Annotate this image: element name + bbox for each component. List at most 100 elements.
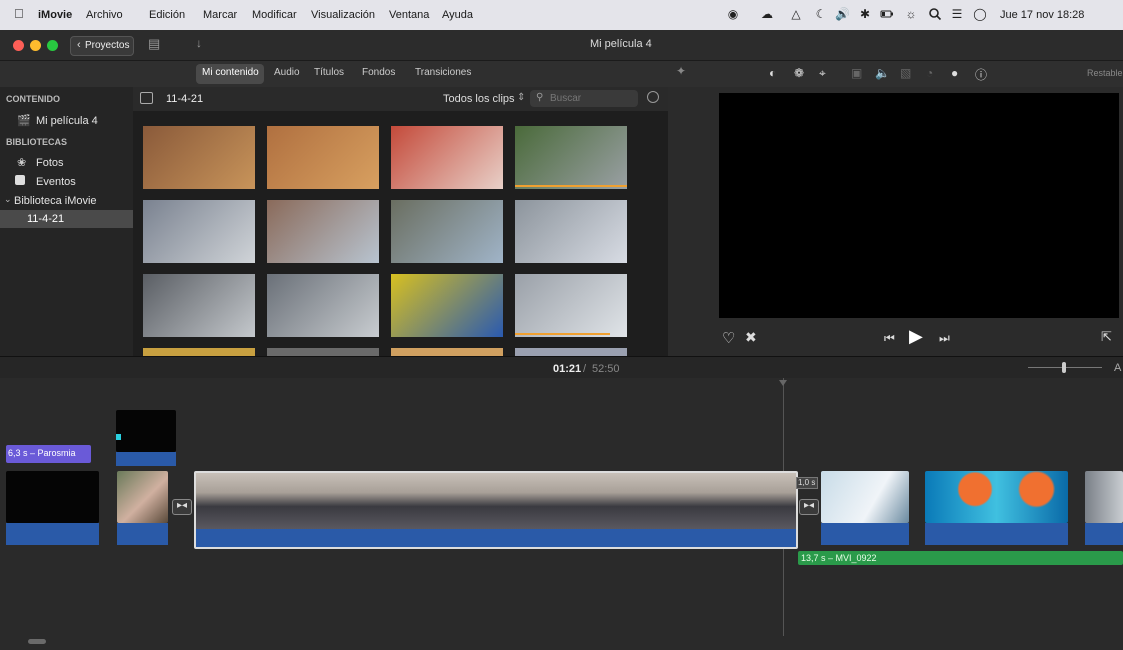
- browser-header: 11-4-21 Todos los clips ⇕ ⚲ Buscar: [133, 87, 668, 111]
- lab-clip-audio[interactable]: [821, 523, 909, 545]
- close-window-button[interactable]: [13, 40, 24, 51]
- crowd-video-clip-selected[interactable]: [194, 471, 798, 549]
- reject-icon[interactable]: ✖: [745, 329, 757, 346]
- search-field[interactable]: ⚲ Buscar: [530, 90, 638, 107]
- timeline-scrollbar[interactable]: [28, 639, 46, 644]
- siri-icon[interactable]: ◯: [973, 7, 987, 21]
- info-icon[interactable]: ⓘ: [975, 66, 987, 83]
- battery-icon[interactable]: [880, 7, 894, 21]
- screen-share-icon[interactable]: ◉: [726, 7, 740, 21]
- wifi-icon[interactable]: ☼: [904, 7, 918, 21]
- sidebar-item-fotos[interactable]: Fotos: [36, 157, 64, 169]
- menu-datetime[interactable]: Jue 17 nov 18:28: [1000, 9, 1084, 21]
- download-icon[interactable]: ↓: [196, 36, 202, 50]
- black-clip[interactable]: [6, 471, 99, 523]
- sidebar-item-library[interactable]: Biblioteca iMovie: [14, 195, 97, 207]
- tab-titulos[interactable]: Títulos: [314, 67, 344, 78]
- menu-ventana[interactable]: Ventana: [389, 9, 429, 21]
- clip-filter-select[interactable]: Todos los clips: [443, 93, 515, 105]
- speed-icon[interactable]: ◔: [926, 66, 933, 80]
- transition-icon[interactable]: ▸◂: [172, 499, 192, 515]
- menu-ayuda[interactable]: Ayuda: [442, 9, 473, 21]
- clip-thumbnail[interactable]: [515, 200, 627, 263]
- zoom-slider-handle[interactable]: [1062, 362, 1066, 373]
- clip-thumbnail[interactable]: [267, 126, 379, 189]
- moon-icon[interactable]: ☾: [814, 7, 828, 21]
- connected-clip-audio[interactable]: [116, 452, 176, 466]
- lab-clip[interactable]: [821, 471, 909, 523]
- portrait-clip-audio[interactable]: [117, 523, 168, 545]
- clip-thumbnail[interactable]: [391, 200, 503, 263]
- clip-thumbnail[interactable]: [391, 348, 503, 356]
- control-center-icon[interactable]: ☰: [950, 7, 964, 21]
- sidebar-item-event-selected[interactable]: 11-4-21: [0, 210, 133, 228]
- building-clip[interactable]: [1085, 471, 1123, 523]
- reset-button[interactable]: Restable: [1087, 68, 1123, 78]
- menu-archivo[interactable]: Archivo: [86, 9, 123, 21]
- volume-icon[interactable]: 🔊: [835, 7, 850, 21]
- clip-thumbnail[interactable]: [391, 274, 503, 337]
- tab-transiciones[interactable]: Transiciones: [415, 67, 471, 78]
- search-icon[interactable]: [928, 7, 942, 21]
- filter-options-icon[interactable]: [647, 91, 659, 103]
- transition-icon-2[interactable]: ▸◂: [799, 499, 819, 515]
- music-clip[interactable]: 13,7 s – MVI_0922: [798, 551, 1123, 565]
- clip-thumbnail[interactable]: [515, 126, 627, 189]
- back-to-projects-button[interactable]: ‹ Proyectos: [70, 36, 134, 56]
- clip-thumbnail[interactable]: [267, 200, 379, 263]
- timeline-settings-icon[interactable]: A: [1114, 362, 1121, 374]
- clip-thumbnail[interactable]: [391, 126, 503, 189]
- skip-forward-icon[interactable]: ⏭: [939, 331, 950, 346]
- menu-app-name[interactable]: iMovie: [38, 9, 72, 21]
- color-balance-icon[interactable]: ◐: [769, 66, 776, 80]
- menu-modificar[interactable]: Modificar: [252, 9, 297, 21]
- skip-back-icon[interactable]: ⏮: [884, 331, 895, 346]
- viewer-toolbar: ✦ ◐ ❁ ⌖ ▣ 🔈 ▧ ◔ ● ⓘ Restable: [668, 61, 1123, 87]
- airplay-icon[interactable]: △: [789, 7, 803, 21]
- clip-thumbnail[interactable]: [267, 348, 379, 356]
- fullscreen-icon[interactable]: ⇱: [1101, 329, 1112, 345]
- audio-volume-icon[interactable]: 🔈: [875, 66, 890, 80]
- brain-clip-audio[interactable]: [925, 523, 1068, 545]
- favorite-heart-icon[interactable]: ♡: [722, 329, 735, 347]
- clip-thumbnail[interactable]: [515, 348, 627, 356]
- chevron-down-icon[interactable]: ⌄: [4, 194, 12, 205]
- play-icon[interactable]: ▶: [909, 326, 923, 347]
- equalizer-icon[interactable]: ▧: [900, 66, 911, 80]
- magic-wand-icon[interactable]: ✦: [676, 64, 686, 78]
- minimize-window-button[interactable]: [30, 40, 41, 51]
- stabilization-icon[interactable]: ▣: [851, 66, 862, 80]
- portrait-clip[interactable]: [117, 471, 168, 523]
- brain-clip[interactable]: [925, 471, 1068, 523]
- noise-reduction-icon[interactable]: ●: [951, 66, 958, 80]
- crop-icon[interactable]: ⌖: [819, 66, 826, 81]
- maximize-window-button[interactable]: [47, 40, 58, 51]
- connected-video-clip[interactable]: [116, 410, 176, 452]
- tab-audio[interactable]: Audio: [274, 67, 300, 78]
- tab-fondos[interactable]: Fondos: [362, 67, 395, 78]
- clip-thumbnail[interactable]: [515, 274, 627, 337]
- building-clip-audio[interactable]: [1085, 523, 1123, 545]
- tab-mi-contenido[interactable]: Mi contenido: [202, 67, 259, 78]
- sidebar-item-project[interactable]: Mi película 4: [36, 115, 98, 127]
- clip-thumbnail[interactable]: [143, 126, 255, 189]
- cloud-icon[interactable]: ☁: [760, 7, 774, 21]
- sidebar-item-eventos[interactable]: Eventos: [36, 176, 76, 188]
- menu-marcar[interactable]: Marcar: [203, 9, 237, 21]
- clip-thumbnail[interactable]: [143, 274, 255, 337]
- viewer-screen[interactable]: [719, 93, 1119, 318]
- apple-icon[interactable]: : [14, 6, 24, 21]
- clip-thumbnail[interactable]: [143, 200, 255, 263]
- menu-edicion[interactable]: Edición: [149, 9, 185, 21]
- black-clip-audio[interactable]: [6, 523, 99, 545]
- sidebar-toggle-icon[interactable]: [140, 92, 153, 104]
- title-clip[interactable]: 6,3 s – Parosmia: [6, 445, 91, 463]
- color-correction-icon[interactable]: ❁: [794, 66, 804, 80]
- timeline: 6,3 s – Parosmia ▸◂ 1,0 s ▸◂ 13,7 s – MV…: [0, 378, 1123, 650]
- bluetooth-icon[interactable]: ✱: [858, 7, 872, 21]
- transition-duration-badge[interactable]: 1,0 s: [796, 477, 818, 489]
- menu-visualizacion[interactable]: Visualización: [311, 9, 375, 21]
- clip-thumbnail[interactable]: [267, 274, 379, 337]
- media-import-icon[interactable]: ▤: [148, 36, 160, 52]
- clip-thumbnail[interactable]: [143, 348, 255, 356]
